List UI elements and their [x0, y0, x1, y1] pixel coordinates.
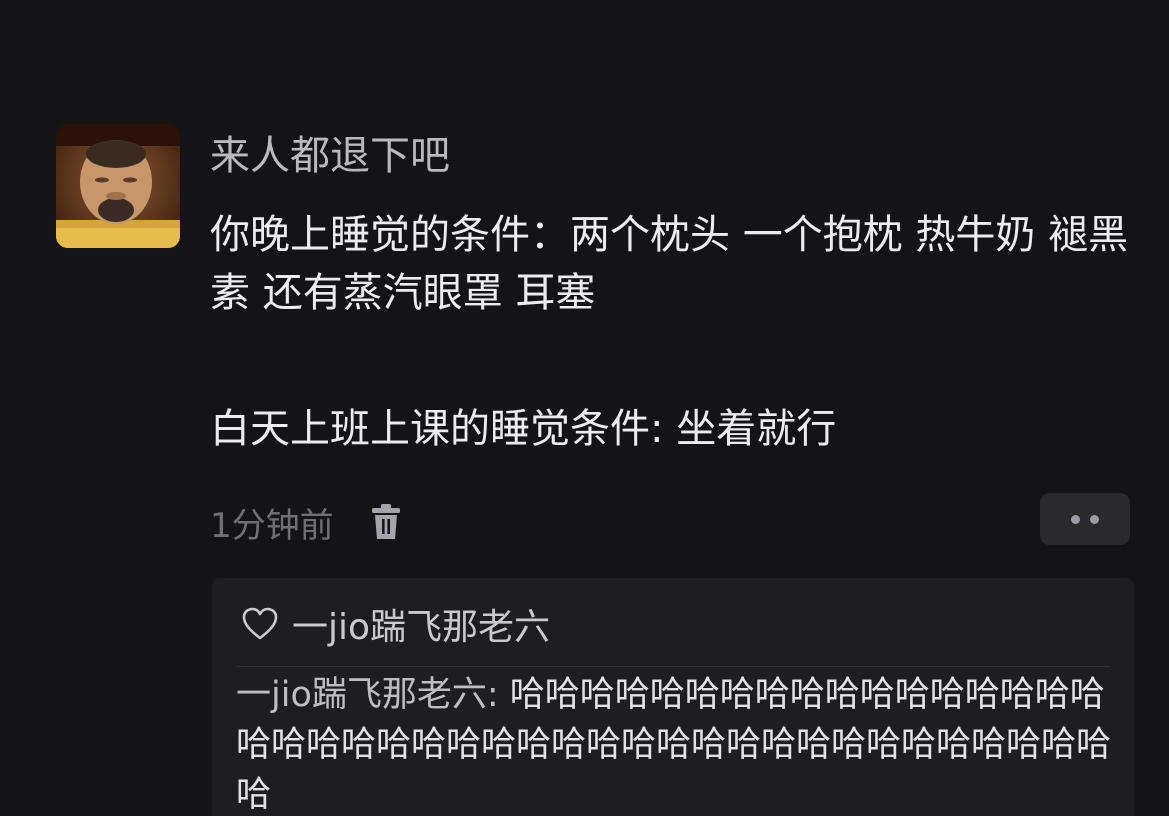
- comment-text-line: 你晚上睡觉的条件：两个枕头 一个抱枕 热牛奶 褪黑素 还有蒸汽眼罩 耳塞: [210, 212, 1129, 316]
- heart-outline-icon[interactable]: [242, 607, 278, 641]
- divider: [236, 666, 1110, 667]
- avatar-image: [56, 124, 180, 248]
- more-dots-icon: [1071, 514, 1080, 524]
- reply-author[interactable]: 一jio踹飞那老六:: [236, 675, 499, 715]
- reply-section: 一jio踹飞那老六 一jio踹飞那老六: 哈哈哈哈哈哈哈哈哈哈哈哈哈哈哈哈哈哈哈…: [212, 578, 1134, 816]
- timestamp: 1分钟前: [210, 505, 334, 546]
- likes-row: 一jio踹飞那老六: [242, 600, 550, 648]
- more-options-button[interactable]: [1040, 493, 1130, 545]
- comment-text-line: 白天上班上课的睡觉条件: 坐着就行: [210, 406, 837, 452]
- comment-username[interactable]: 来人都退下吧: [210, 132, 450, 180]
- comment-body: 你晚上睡觉的条件：两个枕头 一个抱枕 热牛奶 褪黑素 还有蒸汽眼罩 耳塞 白天上…: [210, 206, 1140, 458]
- reply-item: 一jio踹飞那老六: 哈哈哈哈哈哈哈哈哈哈哈哈哈哈哈哈哈哈哈哈哈哈哈哈哈哈哈哈哈…: [236, 670, 1116, 816]
- comment-meta: 1分钟前: [210, 498, 404, 546]
- more-dots-icon: [1090, 514, 1099, 524]
- trash-icon[interactable]: [368, 502, 404, 542]
- avatar[interactable]: [56, 124, 180, 248]
- liked-by-user[interactable]: 一jio踹飞那老六: [292, 598, 550, 650]
